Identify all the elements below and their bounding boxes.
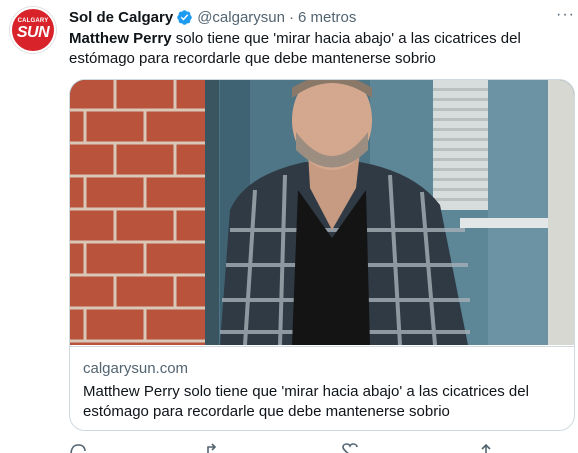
tweet-text-bold: Matthew Perry [69, 30, 172, 47]
author-name[interactable]: Sol de Calgary [69, 9, 173, 26]
more-options-icon[interactable]: ··· [556, 7, 574, 23]
card-meta[interactable]: calgarysun.com Matthew Perry solo tiene … [70, 346, 574, 430]
tweet[interactable]: CALGARY SUN Sol de Calgary @calgarysun ·… [0, 0, 578, 453]
reply-icon[interactable] [69, 443, 87, 453]
card-image[interactable] [70, 80, 574, 345]
avatar-main-text: SUN [16, 24, 50, 41]
separator-dot: · [288, 8, 294, 26]
tweet-header: Sol de Calgary @calgarysun · 6 metros [69, 7, 356, 27]
retweet-icon[interactable] [205, 443, 223, 453]
card-title: Matthew Perry solo tiene que 'mirar haci… [83, 383, 529, 420]
verified-badge-icon [176, 9, 193, 26]
card-domain: calgarysun.com [83, 360, 189, 377]
link-card[interactable]: calgarysun.com Matthew Perry solo tiene … [69, 79, 575, 431]
tweet-text: Matthew Perry solo tiene que 'mirar haci… [69, 29, 564, 69]
tweet-time[interactable]: 6 metros [298, 9, 356, 26]
avatar[interactable]: CALGARY SUN [10, 7, 56, 53]
like-icon[interactable] [341, 443, 359, 453]
author-handle[interactable]: @calgarysun [197, 9, 285, 26]
tweet-actions [69, 443, 499, 453]
share-icon[interactable] [477, 443, 495, 453]
